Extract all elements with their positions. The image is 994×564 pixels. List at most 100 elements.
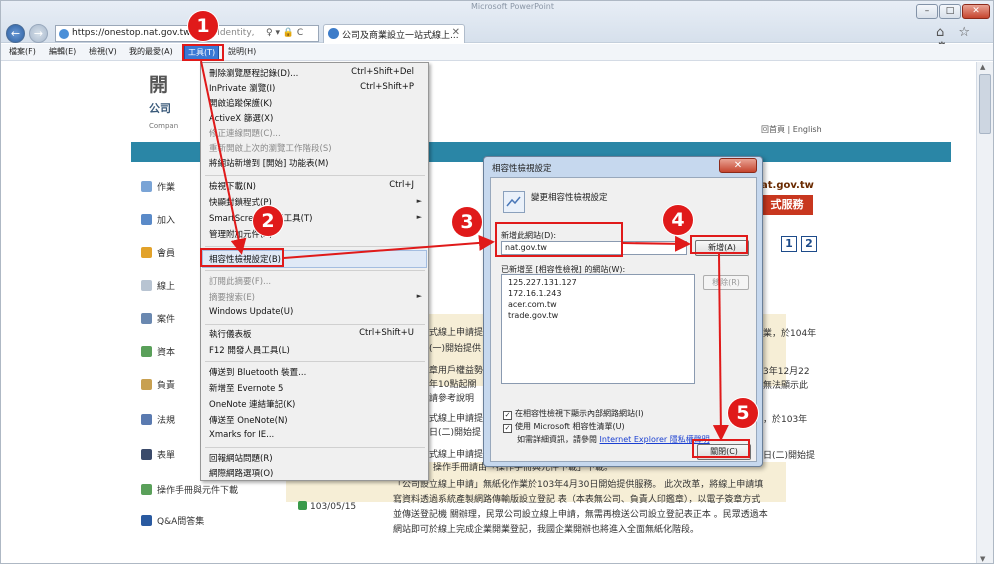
info-text: 如需詳細資訊，請參閱 Internet Explorer 隱私權聲明 — [517, 435, 710, 444]
browser-tab[interactable]: 公司及商業設立一站式線上... ✕ — [323, 24, 465, 43]
dialog-close-button[interactable]: ✕ — [719, 158, 757, 173]
close-window-button[interactable]: ✕ — [962, 4, 990, 19]
menu-item-activex-filter[interactable]: ActiveX 篩選(X) — [209, 112, 273, 124]
step-1-marker: 1 — [188, 11, 218, 41]
menu-item-inprivate[interactable]: InPrivate 瀏覽(I) — [209, 82, 275, 94]
news-line-right: 3年12月22 — [763, 367, 810, 377]
sidebar-item-member[interactable]: 會員 — [141, 246, 175, 264]
dialog-body: 變更相容性檢視設定 新增此網站(D): nat.gov.tw 新增(A) 已新增… — [490, 177, 757, 462]
page-1-button[interactable]: 1 — [781, 236, 797, 252]
sidebar-item-capital[interactable]: 資本 — [141, 345, 175, 363]
forward-arrow-icon: → — [33, 27, 44, 40]
home-english-link[interactable]: 回首頁 | English — [761, 124, 822, 135]
list-item[interactable]: 125.227.131.127 — [508, 278, 577, 287]
download-icon — [141, 484, 152, 495]
menu-item-add-to-start[interactable]: 將網站新增到 [開始] 功能表(M) — [209, 157, 329, 169]
compatibility-site-list[interactable]: 125.227.131.127 172.16.1.243 acer.com.tw… — [501, 274, 695, 384]
page-2-button[interactable]: 2 — [801, 236, 817, 252]
menu-item-report-problem[interactable]: 回報網站問題(R) — [209, 452, 273, 464]
menu-item-feed-discovery: 摘要搜索(E) — [209, 293, 256, 303]
forward-button[interactable]: → — [29, 24, 48, 43]
menu-item-onenote-linked[interactable]: OneNote 連結筆記(K) — [209, 398, 295, 410]
menu-item-xmarks[interactable]: Xmarks for IE... — [209, 430, 274, 440]
annotation-box-tools — [182, 44, 224, 61]
menu-separator — [205, 361, 425, 362]
menu-separator — [205, 447, 425, 448]
news-date: 103/05/15 — [298, 500, 356, 515]
compatibility-view-dialog: 相容性檢視設定 ✕ 變更相容性檢視設定 新增此網站(D): nat.gov.tw… — [483, 156, 763, 467]
menu-file[interactable]: 檔案(F) — [9, 46, 36, 57]
sidebar-item-faq[interactable]: Q&A問答集 — [141, 514, 204, 532]
dialog-heading: 變更相容性檢視設定 — [531, 193, 608, 203]
menu-item-dashboard[interactable]: 執行儀表板 — [209, 328, 252, 340]
sidebar-item-manual-download[interactable]: 操作手冊與元件下載 — [141, 483, 238, 501]
document-icon — [141, 280, 152, 291]
scroll-up-icon[interactable]: ▲ — [980, 63, 985, 71]
menu-item-delete-history[interactable]: 刪除瀏覽歷程記錄(D)... — [209, 67, 298, 79]
save-icon — [141, 449, 152, 460]
news-paragraph-line: 並傳送登記機 關辦理，民眾公司設立線上申請，無需再檢送公司設立登記表正本 。民眾… — [393, 510, 768, 520]
news-paragraph-line: 網站即可於線上完成企業開業登記，我國企業開辦也將進入全面無紙化階段。 — [393, 525, 700, 535]
clipboard-icon — [141, 379, 152, 390]
tab-close-icon[interactable]: ✕ — [452, 27, 460, 38]
annotation-box-add-site — [495, 222, 623, 257]
back-button[interactable]: ← — [6, 24, 25, 43]
menu-item-internet-options[interactable]: 網際網路選項(O) — [209, 467, 273, 479]
sidebar-item-operation[interactable]: 作業 — [141, 180, 175, 198]
sidebar-item-case[interactable]: 案件 — [141, 312, 175, 330]
news-line: (一)開始提供 — [429, 344, 482, 354]
sidebar-item-join[interactable]: 加入 — [141, 213, 175, 231]
maximize-button[interactable]: □ — [939, 4, 961, 19]
question-icon — [141, 515, 152, 526]
menu-help[interactable]: 說明(H) — [228, 46, 256, 57]
news-line: 章用戶權益勢 — [429, 366, 484, 376]
sidebar-item-forms[interactable]: 表單 — [141, 448, 175, 466]
list-item[interactable]: 172.16.1.243 — [508, 289, 561, 298]
news-paragraph-line[interactable]: 「公司設立線上申請」無紙化作業於103年4月30日開始提供服務。 此次改革，將線… — [393, 478, 763, 493]
ms-list-checkbox[interactable]: ✓ 使用 Microsoft 相容性清單(U) — [503, 421, 625, 433]
book-icon — [141, 414, 152, 425]
menu-item-tracking-protection[interactable]: 開啟追蹤保護(K) — [209, 97, 272, 109]
menu-item-windows-update[interactable]: Windows Update(U) — [209, 307, 293, 317]
minimize-button[interactable]: – — [916, 4, 938, 19]
url-host: https://onestop.nat.gov.tw — [72, 28, 191, 38]
service-banner[interactable]: 式服務 — [761, 195, 813, 215]
step-5-marker: 5 — [728, 398, 758, 428]
tools-dropdown-menu: 刪除瀏覽歷程記錄(D)... Ctrl+Shift+Del InPrivate 瀏… — [200, 62, 429, 481]
user-icon — [141, 214, 152, 225]
menu-edit[interactable]: 編輯(E) — [49, 46, 76, 57]
news-paragraph-line: 寫資料透過系統產製網路傳輸版設立登記 表（本表無公司、負責人印鑑章），以電子簽章… — [393, 495, 761, 505]
sidebar-item-responsible[interactable]: 負責 — [141, 378, 175, 396]
scroll-down-icon[interactable]: ▼ — [980, 555, 985, 563]
menu-item-fix-connection: 修正連線問題(C)... — [209, 129, 281, 139]
list-item[interactable]: acer.com.tw — [508, 300, 557, 309]
menu-item-view-downloads[interactable]: 檢視下載(N) — [209, 180, 256, 192]
globe-icon — [59, 29, 69, 39]
sidebar-item-laws[interactable]: 法規 — [141, 413, 175, 431]
address-bar-icons[interactable]: ♀ ▾ 🔒 C — [266, 28, 303, 38]
menu-separator — [205, 175, 425, 176]
menu-item-bluetooth[interactable]: 傳送到 Bluetooth 裝置... — [209, 366, 306, 378]
news-line-right: 日(二)開始提 — [763, 451, 816, 461]
sidebar-item-online[interactable]: 線上 — [141, 279, 175, 297]
menu-favorites[interactable]: 我的最愛(A) — [129, 46, 173, 57]
news-line: 請參考說明 — [429, 394, 475, 404]
menu-item-send-onenote[interactable]: 傳送至 OneNote(N) — [209, 414, 288, 426]
address-bar[interactable]: https://onestop.nat.gov.tw/ntity/Identit… — [55, 25, 319, 42]
menu-item-evernote[interactable]: 新增至 Evernote 5 — [209, 382, 283, 394]
compatibility-icon — [503, 191, 525, 213]
menu-separator — [205, 324, 425, 325]
intranet-checkbox[interactable]: ✓ 在相容性檢視下顯示內部網路網站(I) — [503, 408, 644, 420]
menu-item-reopen-session: 重新開啟上次的瀏覽工作階段(S) — [209, 144, 332, 154]
menu-item-f12-devtools[interactable]: F12 開發人員工具(L) — [209, 344, 290, 356]
vertical-scrollbar[interactable]: ▲ ▼ — [976, 62, 993, 563]
list-item[interactable]: trade.gov.tw — [508, 311, 558, 320]
annotation-box-add-button — [690, 235, 748, 254]
browser-window: Microsoft PowerPoint – □ ✕ ← → https://o… — [0, 0, 994, 564]
menu-view[interactable]: 檢視(V) — [89, 46, 117, 57]
news-line-right: ，於103年 — [763, 415, 808, 425]
scroll-thumb[interactable] — [979, 74, 991, 134]
submenu-arrow-icon: ► — [416, 292, 422, 300]
checkbox-checked-icon: ✓ — [503, 411, 512, 420]
news-line: 式線上申請提 — [429, 328, 484, 338]
